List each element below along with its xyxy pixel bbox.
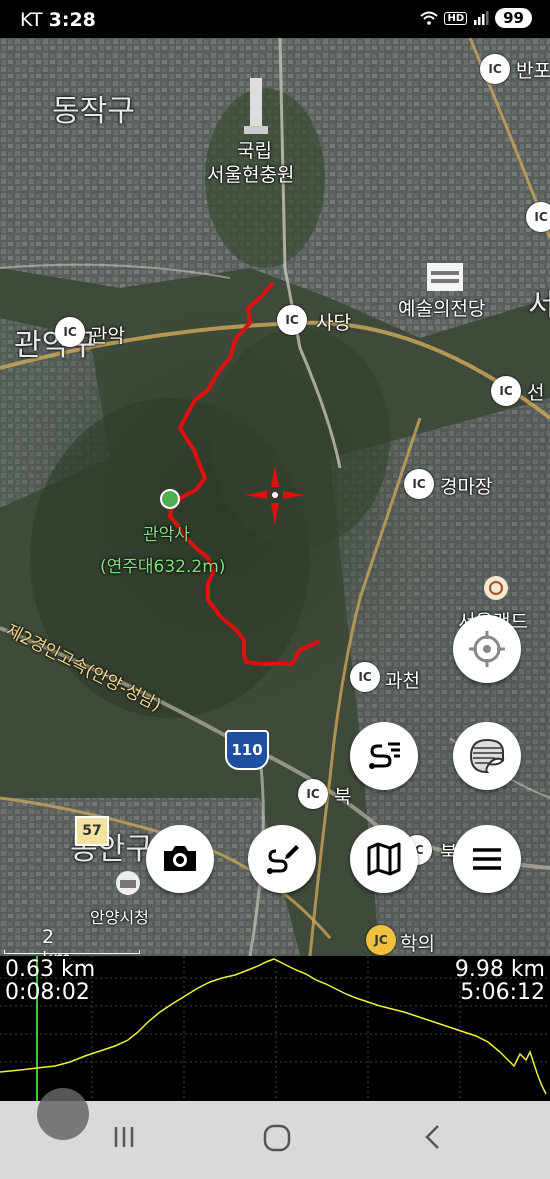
map-label-hyeonchungwon-2: 서울현충원 [207, 164, 295, 186]
route-110-label: 110 [231, 741, 263, 759]
ic-marker-east: IC [526, 202, 550, 232]
back-button[interactable] [420, 1123, 448, 1155]
clock: 3:28 [48, 9, 96, 31]
map-button[interactable] [350, 825, 418, 893]
map-label-arts-center: 예술의전당 [398, 298, 486, 320]
home-button[interactable] [262, 1123, 292, 1157]
battery-badge: 99 [495, 8, 532, 28]
total-distance: 9.98 km [454, 957, 545, 982]
carrier-time: KT 3:28 [20, 9, 96, 31]
track-list-icon [369, 742, 400, 769]
hd-voice-icon: HD [444, 11, 468, 25]
back-icon [425, 1125, 439, 1149]
map-label-sadang: 사당 [316, 312, 351, 334]
jc-marker-hakui: JC [366, 925, 396, 955]
map-label-temple: 관악사 [143, 525, 190, 545]
total-time: 5:06:12 [460, 980, 545, 1005]
scale-line [4, 950, 140, 954]
route-110-shield: 110 [225, 730, 269, 770]
map-icon [367, 842, 401, 876]
layers-icon [469, 738, 505, 774]
arts-center-marker [427, 263, 463, 291]
camera-icon [164, 846, 196, 871]
edit-route-icon [267, 845, 299, 874]
map-label-gwanak: 관악 [90, 325, 125, 347]
home-icon [263, 1124, 291, 1152]
map-label-banpo: 반포 [516, 60, 550, 82]
map-label-seoul-edge: 서 [528, 288, 550, 323]
locate-button[interactable] [453, 615, 521, 683]
ic-marker-banpo: IC [480, 54, 510, 84]
menu-button[interactable] [453, 825, 521, 893]
elevation-profile[interactable]: 0.63 km 0:08:02 9.98 km 5:06:12 [0, 956, 550, 1101]
current-time: 0:08:02 [5, 980, 90, 1005]
signal-icon [474, 11, 489, 25]
crosshair-icon [469, 631, 505, 667]
ic-marker-gwacheon: IC [350, 662, 380, 692]
camera-button[interactable] [146, 825, 214, 893]
current-distance: 0.63 km [5, 957, 96, 982]
assistive-touch-button[interactable] [37, 1088, 89, 1140]
ic-marker-sadang: IC [277, 305, 307, 335]
recents-button[interactable] [110, 1123, 138, 1155]
menu-icon [473, 848, 501, 870]
recents-icon [114, 1127, 134, 1147]
carrier-label: KT [20, 9, 43, 31]
map-label-dongjak: 동작구 [52, 94, 135, 129]
status-icons: HD 99 [420, 8, 532, 28]
track-list-button[interactable] [350, 722, 418, 790]
map-label-gwacheon: 과천 [385, 670, 420, 692]
ic-marker-buk: IC [298, 779, 328, 809]
ic-marker-gyeongmajang: IC [404, 469, 434, 499]
ic-marker-gwanak: IC [55, 317, 85, 347]
map-label-peak: (연주대632.2m) [100, 557, 226, 577]
route-57-shield: 57 [75, 816, 109, 846]
map-label-buk: 북 [334, 786, 352, 808]
map-view[interactable]: 동작구 국립 서울현충원 관악구 관악 사당 예술의전당 반포 서 선 경마장 … [0, 38, 550, 956]
ic-marker-seon: IC [491, 376, 521, 406]
route-57-label: 57 [82, 823, 102, 839]
status-bar: KT 3:28 HD 99 [0, 0, 550, 38]
map-label-anyang-city-hall: 안양시청 [90, 908, 149, 927]
wifi-icon [420, 11, 439, 25]
map-label-hakui: 학의 [400, 933, 435, 955]
edit-route-button[interactable] [248, 825, 316, 893]
map-label-gyeongmajang: 경마장 [440, 476, 493, 498]
map-label-hyeonchungwon-1: 국립 [237, 140, 272, 162]
layers-button[interactable] [453, 722, 521, 790]
map-label-seon: 선 [527, 382, 545, 404]
